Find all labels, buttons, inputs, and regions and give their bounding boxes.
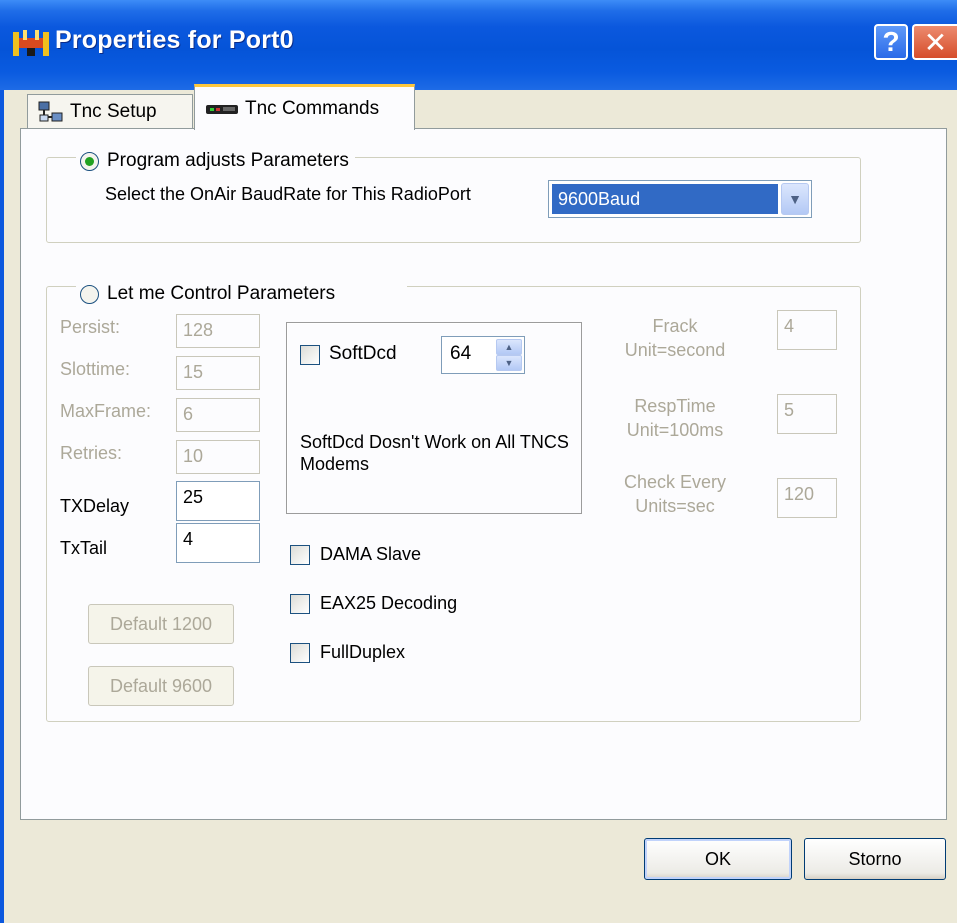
baud-rate-label: Select the OnAir BaudRate for This Radio… (105, 184, 471, 204)
default-9600-button[interactable]: Default 9600 (88, 666, 234, 706)
storno-button[interactable]: Storno (804, 838, 946, 880)
softdcd-note: SoftDcd Dosn't Work on All TNCS Modems (300, 432, 569, 474)
dama-slave-checkbox[interactable] (290, 545, 310, 565)
app-icon (13, 30, 49, 56)
txtail-label: TxTail (60, 538, 108, 558)
modem-device-icon (206, 104, 238, 114)
retries-label: Retries: (60, 443, 123, 463)
tab-tnc-commands-label: Tnc Commands (245, 97, 380, 119)
tab-tnc-setup[interactable]: Tnc Setup (27, 94, 193, 128)
tab-tnc-commands[interactable]: Tnc Commands (194, 84, 415, 130)
default-1200-button[interactable]: Default 1200 (88, 604, 234, 644)
fullduplex-checkbox[interactable] (290, 643, 310, 663)
check-every-field[interactable]: 120 (777, 478, 837, 518)
window-title: Properties for Port0 (55, 26, 294, 54)
title-bar[interactable]: Properties for Port0 ? ✕ (0, 0, 957, 90)
spin-down-icon[interactable]: ▼ (496, 355, 522, 371)
help-button[interactable]: ? (874, 24, 908, 60)
close-button[interactable]: ✕ (912, 24, 957, 60)
retries-field[interactable]: 10 (176, 440, 260, 474)
chevron-down-icon[interactable]: ▼ (781, 183, 809, 215)
txtail-field[interactable]: 4 (176, 523, 260, 563)
manual-control-label: Let me Control Parameters (107, 283, 336, 304)
spin-up-icon[interactable]: ▲ (496, 339, 522, 355)
baud-rate-value: 9600Baud (552, 184, 778, 214)
maxframe-field[interactable]: 6 (176, 398, 260, 432)
program-adjusts-label: Program adjusts Parameters (107, 150, 349, 171)
resptime-field[interactable]: 5 (777, 394, 837, 434)
ok-button[interactable]: OK (644, 838, 792, 880)
program-adjusts-radio-dot (80, 151, 99, 171)
softdcd-value: 64 (450, 343, 472, 364)
softdcd-label: SoftDcd (329, 343, 397, 364)
dama-slave-label: DAMA Slave (320, 544, 422, 564)
manual-control-radio[interactable]: Let me Control Parameters (76, 281, 408, 307)
maxframe-label: MaxFrame: (60, 401, 152, 421)
program-adjusts-radio[interactable]: Program adjusts Parameters (76, 148, 355, 174)
check-every-label: Check Every Units=sec (623, 472, 727, 516)
tab-tnc-setup-label: Tnc Setup (70, 100, 157, 122)
close-icon: ✕ (923, 26, 948, 58)
txdelay-label: TXDelay (60, 496, 130, 516)
softdcd-checkbox[interactable] (300, 345, 320, 365)
baud-rate-select[interactable]: 9600Baud ▼ (548, 180, 812, 218)
resptime-label: RespTime Unit=100ms (626, 396, 724, 440)
persist-label: Persist: (60, 317, 121, 337)
network-setup-icon (38, 101, 63, 121)
frack-label: Frack Unit=second (624, 316, 726, 360)
eax25-checkbox[interactable] (290, 594, 310, 614)
manual-control-radio-dot (80, 284, 99, 304)
persist-field[interactable]: 128 (176, 314, 260, 348)
slottime-label: Slottime: (60, 359, 131, 379)
eax25-label: EAX25 Decoding (320, 593, 458, 613)
fullduplex-label: FullDuplex (320, 642, 406, 662)
softdcd-spinner[interactable]: 64 ▲ ▼ (441, 336, 525, 374)
help-icon: ? (882, 26, 900, 57)
window-frame (0, 90, 4, 923)
slottime-field[interactable]: 15 (176, 356, 260, 390)
txdelay-field[interactable]: 25 (176, 481, 260, 521)
frack-field[interactable]: 4 (777, 310, 837, 350)
